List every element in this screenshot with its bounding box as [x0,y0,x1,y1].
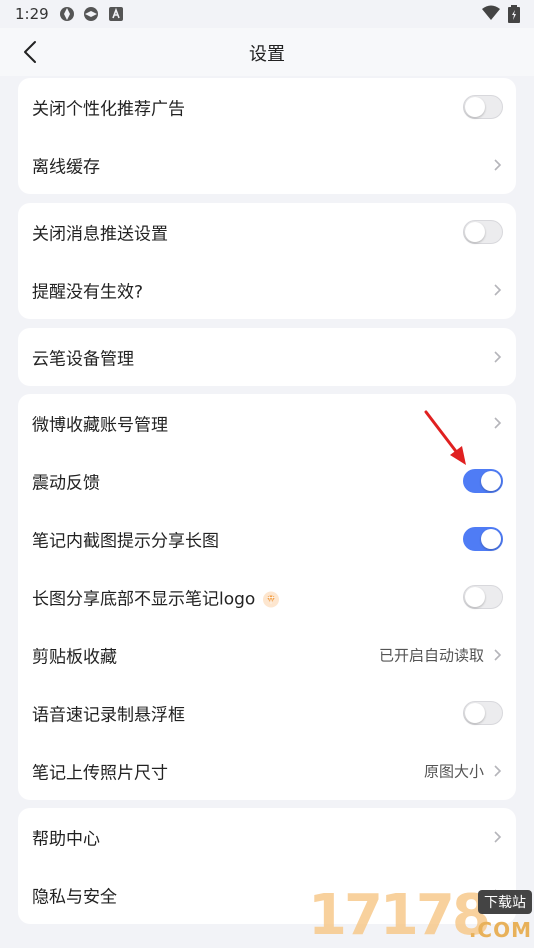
haptic-feedback-toggle[interactable] [463,469,503,493]
setting-label: 隐私与安全 [32,887,117,908]
annotation-arrow-icon [424,410,466,465]
watermark-domain: .COM [468,918,532,942]
battery-icon [508,5,520,23]
settings-card-notifications: 关闭消息推送设置 提醒没有生效? [18,203,516,319]
a-notification-icon [109,7,123,21]
watermark-download-label: 下载站 [478,890,532,914]
setting-row-reminder-not-working[interactable]: 提醒没有生效? [18,261,516,319]
setting-label: 笔记上传照片尺寸 [32,763,168,784]
setting-label: 提醒没有生效? [32,282,144,303]
setting-label: 剪贴板收藏 [32,647,117,668]
chevron-right-icon [494,351,502,363]
setting-row-cloud-pen-devices[interactable]: 云笔设备管理 [18,328,516,386]
setting-label: 震动反馈 [32,473,100,494]
chevron-right-icon [494,649,502,661]
setting-label: 长图分享底部不显示笔记logo [32,589,256,610]
top-navigation-bar: 设置 [0,28,534,76]
chevron-right-icon [494,284,502,296]
setting-label: 帮助中心 [32,829,100,850]
chevron-right-icon [494,417,502,429]
chevron-right-icon [494,765,502,777]
chevron-right-icon [494,159,502,171]
setting-row-screenshot-share-prompt[interactable]: 笔记内截图提示分享长图 [18,510,516,568]
status-bar: 1:29 [0,0,534,28]
setting-label: 云笔设备管理 [32,349,134,370]
settings-card-ads: 关闭个性化推荐广告 离线缓存 [18,78,516,194]
setting-label-with-badge: 长图分享底部不显示笔记logo [32,585,280,610]
setting-label: 离线缓存 [32,157,100,178]
screenshot-share-toggle[interactable] [463,527,503,551]
personalized-ads-toggle[interactable] [463,95,503,119]
setting-row-photo-upload-size[interactable]: 笔记上传照片尺寸 原图大小 [18,742,516,800]
hide-logo-toggle[interactable] [463,585,503,609]
site-watermark: 17178 下载站 .COM [308,884,534,948]
setting-value: 原图大小 [423,762,484,781]
setting-row-clipboard-collect[interactable]: 剪贴板收藏 已开启自动读取 [18,626,516,684]
setting-row-voice-floating-box[interactable]: 语音速记录制悬浮框 [18,684,516,742]
voice-floating-box-toggle[interactable] [463,701,503,725]
setting-label: 语音速记录制悬浮框 [32,705,185,726]
setting-label: 笔记内截图提示分享长图 [32,531,219,552]
push-notification-toggle[interactable] [463,220,503,244]
app-notification-icon [60,7,74,21]
setting-value: 已开启自动读取 [378,646,484,665]
chevron-right-icon [494,831,502,843]
setting-row-offline-cache[interactable]: 离线缓存 [18,136,516,194]
setting-row-disable-personalized-ads[interactable]: 关闭个性化推荐广告 [18,78,516,136]
settings-card-pen-devices: 云笔设备管理 [18,328,516,386]
setting-row-hide-logo[interactable]: 长图分享底部不显示笔记logo [18,568,516,626]
app-notification-icon [84,7,98,21]
vip-diamond-icon [263,591,280,608]
setting-label: 关闭消息推送设置 [32,224,168,245]
wifi-icon [482,5,500,20]
watermark-number: 17178 [308,883,491,948]
setting-row-help-center[interactable]: 帮助中心 [18,808,516,866]
setting-label: 关闭个性化推荐广告 [32,99,185,120]
status-time: 1:29 [15,5,49,23]
page-title: 设置 [249,44,285,65]
setting-label: 微博收藏账号管理 [32,415,168,436]
setting-row-disable-push[interactable]: 关闭消息推送设置 [18,203,516,261]
